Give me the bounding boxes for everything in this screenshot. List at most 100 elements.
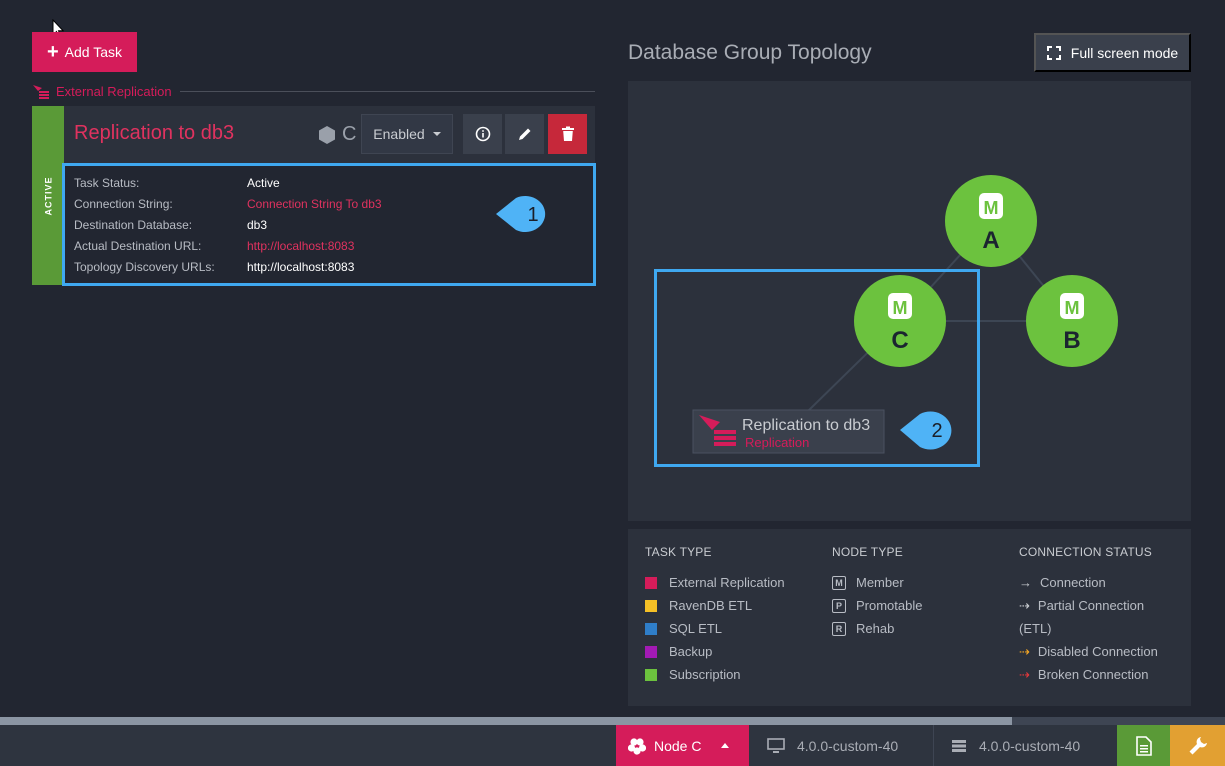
detail-value: Active (247, 176, 280, 190)
legend-task-type: TASK TYPE External Replication RavenDB E… (645, 545, 785, 686)
server-version-label: 4.0.0-custom-40 (979, 737, 1081, 754)
legend-label: (ETL) (1019, 621, 1052, 636)
task-status-bar-label: ACTIVE (43, 175, 54, 216)
detail-key: Destination Database: (74, 218, 193, 232)
swatch (645, 645, 657, 658)
promotable-icon: P (832, 598, 846, 613)
legend-heading: CONNECTION STATUS (1019, 545, 1152, 559)
node-selector-label: Node C (654, 737, 702, 754)
monitor-icon (767, 737, 785, 753)
task-node-title: Replication to db3 (742, 417, 870, 434)
member-icon: M (1060, 293, 1084, 319)
server-icon (952, 739, 966, 752)
node-hexagon-icon (319, 125, 335, 144)
node-c-label: C (891, 327, 908, 354)
add-task-label: Add Task (64, 44, 123, 60)
node-c[interactable]: M C (854, 275, 946, 367)
detail-key: Task Status: (74, 176, 140, 190)
topology-title: Database Group Topology (628, 41, 872, 64)
legend-label: Connection (1040, 575, 1106, 590)
svg-text:M: M (984, 198, 999, 218)
member-icon: M (888, 293, 912, 319)
settings-button[interactable] (1170, 725, 1225, 766)
legend-label: Partial Connection (1037, 598, 1145, 613)
node-b-label: B (1063, 327, 1080, 354)
section-label: External Replication (56, 83, 172, 99)
edit-task-button[interactable] (505, 114, 544, 154)
legend-item: → Connection (1019, 571, 1158, 594)
task-details-button[interactable] (463, 114, 502, 154)
notifications-button[interactable] (1117, 725, 1170, 766)
legend-node-type: NODE TYPE M Member P Promotable R Rehab (832, 545, 922, 640)
legend-item: Backup (645, 640, 785, 663)
detail-value: http://localhost:8083 (247, 260, 355, 274)
topology-legend: TASK TYPE External Replication RavenDB E… (628, 529, 1191, 706)
callout-marker-2: 2 (900, 411, 952, 450)
node-a-label: A (982, 227, 999, 254)
legend-label: External Replication (669, 575, 785, 590)
cluster-icon (628, 737, 646, 755)
plus-icon: + (46, 41, 59, 63)
add-task-button[interactable]: + Add Task (32, 32, 137, 72)
caret-up-icon (721, 743, 730, 748)
legend-heading: TASK TYPE (645, 545, 712, 559)
task-state-dropdown[interactable]: Enabled (361, 114, 453, 154)
detail-row-task-status: Task Status: Active (74, 176, 280, 190)
task-status-bar: ACTIVE (32, 106, 64, 285)
node-a[interactable]: M A (945, 175, 1037, 267)
node-selector[interactable]: Node C (616, 725, 749, 766)
task-node-replication[interactable]: Replication to db3 Replication (692, 409, 885, 454)
node-b[interactable]: M B (1026, 275, 1118, 367)
legend-label: Backup (669, 644, 713, 659)
detail-row-connection-string: Connection String: Connection String To … (74, 197, 382, 211)
legend-heading: NODE TYPE (832, 545, 903, 559)
horizontal-scrollbar[interactable] (0, 717, 1225, 725)
partial-connection-arrow-icon: ⇢ (1019, 597, 1030, 613)
server-version: 4.0.0-custom-40 (951, 725, 1080, 766)
legend-label: Broken Connection (1037, 667, 1149, 682)
legend-label: Promotable (856, 598, 923, 613)
external-replication-icon (33, 85, 49, 99)
task-title[interactable]: Replication to db3 (74, 122, 234, 145)
legend-item: External Replication (645, 571, 785, 594)
legend-item: ⇢ Disabled Connection (1019, 640, 1158, 663)
legend-item: R Rehab (832, 617, 922, 640)
detail-key: Topology Discovery URLs: (74, 260, 215, 274)
info-icon (475, 126, 490, 142)
responsible-node-label: C (342, 123, 357, 145)
fullscreen-button[interactable]: Full screen mode (1034, 33, 1191, 72)
legend-item: (ETL) (1019, 617, 1158, 640)
client-version-label: 4.0.0-custom-40 (797, 737, 899, 754)
member-icon: M (832, 575, 846, 590)
detail-key: Connection String: (74, 197, 173, 211)
delete-task-button[interactable] (548, 114, 587, 154)
document-icon (1135, 735, 1152, 756)
responsible-node: C (318, 123, 356, 146)
detail-row-topology-discovery-urls: Topology Discovery URLs: http://localhos… (74, 260, 354, 274)
svg-text:M: M (1065, 298, 1080, 318)
legend-item: M Member (832, 571, 922, 594)
connection-string-link[interactable]: Connection String To db3 (247, 197, 382, 211)
legend-item: Subscription (645, 663, 785, 686)
legend-label: Subscription (669, 667, 741, 682)
callout-number: 1 (527, 204, 538, 226)
callout-number: 2 (931, 420, 942, 442)
swatch (645, 599, 657, 612)
callout-marker-1: 1 (496, 196, 546, 232)
section-divider (179, 90, 595, 92)
section-header: External Replication (32, 82, 595, 100)
destination-url-link[interactable]: http://localhost:8083 (247, 239, 354, 253)
member-icon: M (979, 193, 1003, 219)
swatch (645, 622, 657, 635)
swatch (645, 576, 657, 589)
topology-graph[interactable]: M A M B M C Replication to db3 Replicati… (628, 81, 1191, 521)
fullscreen-label: Full screen mode (1070, 44, 1179, 61)
scrollbar-thumb[interactable] (0, 717, 1012, 725)
legend-item: ⇢ Broken Connection (1019, 663, 1158, 686)
wrench-icon (1189, 736, 1207, 754)
trash-icon (561, 126, 574, 141)
detail-row-destination-database: Destination Database: db3 (74, 218, 267, 232)
detail-row-destination-url: Actual Destination URL: http://localhost… (74, 239, 354, 253)
broken-connection-arrow-icon: ⇢ (1019, 666, 1030, 682)
legend-item: SQL ETL (645, 617, 785, 640)
